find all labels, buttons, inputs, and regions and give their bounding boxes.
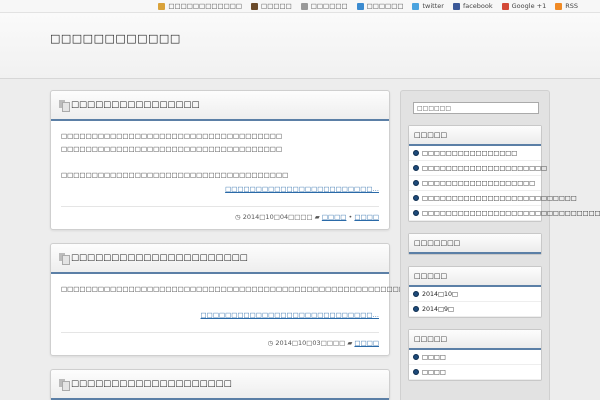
widget-item[interactable]: □□□□□□□□□□□□□□□□□□□□□ — [409, 161, 547, 176]
widget-item[interactable]: □□□□□□□□□□□□□□□□ — [409, 146, 541, 161]
document-icon — [59, 379, 70, 391]
rss-icon — [555, 2, 563, 10]
facebook-icon — [452, 2, 460, 10]
rss-link-label: RSS — [565, 2, 578, 10]
hatena-icon — [356, 2, 364, 10]
download-link[interactable]: □□□□□ — [251, 2, 292, 10]
post-meta: ◷ 2014□10□04□□□□ ▰ □□□□ • □□□□ — [61, 206, 379, 229]
widget-title: □□□□□□□ — [409, 234, 541, 254]
document-icon — [59, 253, 70, 265]
widget-item-label: □□□□ — [422, 368, 446, 376]
category-link[interactable]: □□□□ — [322, 213, 347, 221]
widget-item-label: □□□□□□□□□□□□□□□□ — [422, 149, 518, 157]
hatena-link[interactable]: □□□□□□ — [356, 2, 404, 10]
google-plus-link-label: Google +1 — [511, 2, 547, 10]
post-header: □□□□□□□□□□□□□□□□□□□□ — [51, 370, 389, 400]
widget-item-label: □□□□□□□□□□□□□□□□□□□□□ — [422, 164, 547, 172]
bullet-icon — [413, 210, 419, 216]
category-link[interactable]: □□□□ — [354, 339, 379, 347]
twitter-link-label: twitter — [422, 2, 444, 10]
post-title[interactable]: □□□□□□□□□□□□□□□□□□□□□□ — [71, 253, 248, 263]
mail-icon — [300, 2, 308, 10]
widget-title: □□□□□ — [409, 126, 541, 146]
bullet-icon — [413, 306, 419, 312]
edit-link[interactable]: □□□□□□□□□□□□ — [158, 2, 242, 10]
edit-link-label: □□□□□□□□□□□□ — [168, 2, 243, 10]
search-input[interactable]: □□□□□□ — [413, 102, 539, 114]
post-title[interactable]: □□□□□□□□□□□□□□□□ — [71, 100, 200, 110]
bullet-icon — [413, 150, 419, 156]
post-body: □□□□□□□□□□□□□□□□□□□□□□□□□□□□□□□□□□□□□□□□… — [51, 274, 424, 328]
facebook-link-label: facebook — [462, 2, 493, 10]
bullet-icon — [413, 180, 419, 186]
widget-archives: □□□□□ 2014□10□ 2014□9□ — [408, 266, 542, 318]
post-text: □□□□□□□□□□□□□□□□□□□□□□□□□□□□□□□□□□□□ — [61, 145, 283, 153]
top-links: □□□□□□□□□□□□ □□□□□ □□□□□□ □□□□□□ twitter… — [158, 2, 578, 10]
rss-link[interactable]: RSS — [555, 2, 578, 10]
google-plus-link[interactable]: Google +1 — [501, 2, 547, 10]
widget-item-label: 2014□9□ — [422, 305, 454, 313]
read-more-link[interactable]: □□□□□□□□□□□□□□□□□□□□□□□□… — [61, 183, 379, 196]
widget-item[interactable]: 2014□9□ — [409, 302, 541, 317]
read-more-link[interactable]: □□□□□□□□□□□□□□□□□□□□□□□□□□□□… — [61, 309, 379, 322]
post-title[interactable]: □□□□□□□□□□□□□□□□□□□□ — [71, 379, 232, 389]
bullet-icon — [413, 165, 419, 171]
site-title[interactable]: □□□□□□□□□□□□ — [50, 32, 181, 45]
widget-recent-posts: □□□□□ □□□□□□□□□□□□□□□□ □□□□□□□□□□□□□□□□□… — [408, 125, 600, 222]
download-icon — [251, 2, 259, 10]
widget-categories: □□□□□ □□□□ □□□□ — [408, 329, 542, 381]
post-card: □□□□□□□□□□□□□□□□□□□□ — [50, 369, 390, 400]
post-date: 2014□10□03□□□□ — [275, 339, 346, 347]
widget-item-label: 2014□10□ — [422, 290, 458, 298]
document-icon — [59, 100, 70, 112]
mail-link[interactable]: □□□□□□ — [300, 2, 348, 10]
top-bar: □□□□□□□□□□□□ □□□□□ □□□□□□ □□□□□□ twitter… — [0, 0, 600, 13]
category-separator: • — [348, 213, 353, 221]
post-header: □□□□□□□□□□□□□□□□□□□□□□ — [51, 244, 389, 274]
folder-icon: ▰ — [314, 213, 320, 221]
twitter-icon — [412, 2, 420, 10]
bullet-icon — [413, 354, 419, 360]
bullet-icon — [413, 195, 419, 201]
widget-item[interactable]: □□□□□□□□□□□□□□□□□□□ — [409, 176, 541, 191]
post-meta: ◷ 2014□10□03□□□□ ▰ □□□□ — [61, 332, 379, 355]
bullet-icon — [413, 291, 419, 297]
widget-item[interactable]: □□□□ — [409, 350, 541, 365]
widget-title: □□□□□ — [409, 267, 541, 287]
bullet-icon — [413, 369, 419, 375]
sidebar: □□□□□□ □□□□□ □□□□□□□□□□□□□□□□ □□□□□□□□□□… — [400, 90, 600, 400]
widget-item-label: □□□□□□□□□□□□□□□□□□□□□□□□□□□□□□□□□ — [422, 209, 600, 217]
download-link-label: □□□□□ — [261, 2, 292, 10]
site-header: □□□□□□□□□□□□ — [0, 13, 600, 79]
post-text: □□□□□□□□□□□□□□□□□□□□□□□□□□□□□□□□□□□□ — [61, 132, 283, 140]
post-date: 2014□10□04□□□□ — [242, 213, 313, 221]
post-card: □□□□□□□□□□□□□□□□ □□□□□□□□□□□□□□□□□□□□□□□… — [50, 90, 390, 230]
widget-comments: □□□□□□□ — [408, 233, 542, 255]
post-header: □□□□□□□□□□□□□□□□ — [51, 91, 389, 121]
edit-icon — [158, 2, 166, 10]
clock-icon: ◷ — [235, 213, 241, 221]
main-content: □□□□□□□□□□□□□□□□ □□□□□□□□□□□□□□□□□□□□□□□… — [50, 90, 424, 400]
clock-icon: ◷ — [267, 339, 274, 347]
widget-item[interactable]: □□□□ — [409, 365, 541, 380]
hatena-link-label: □□□□□□ — [366, 2, 404, 10]
folder-icon: ▰ — [347, 339, 353, 347]
widget-item-label: □□□□ — [422, 353, 446, 361]
widget-item[interactable]: □□□□□□□□□□□□□□□□□□□□□□□□□□ — [409, 191, 577, 206]
facebook-link[interactable]: facebook — [452, 2, 493, 10]
google-plus-icon — [501, 2, 509, 10]
widget-item-label: □□□□□□□□□□□□□□□□□□□ — [422, 179, 536, 187]
widget-item[interactable]: 2014□10□ — [409, 287, 541, 302]
post-card: □□□□□□□□□□□□□□□□□□□□□□ □□□□□□□□□□□□□□□□□… — [50, 243, 424, 356]
post-text: □□□□□□□□□□□□□□□□□□□□□□□□□□□□□□□□□□□□□ — [61, 171, 289, 179]
post-text: □□□□□□□□□□□□□□□□□□□□□□□□□□□□□□□□□□□□□□□□… — [61, 285, 424, 293]
widget-item-label: □□□□□□□□□□□□□□□□□□□□□□□□□□ — [422, 194, 577, 202]
mail-link-label: □□□□□□ — [310, 2, 348, 10]
category-link[interactable]: □□□□ — [354, 213, 379, 221]
twitter-link[interactable]: twitter — [412, 2, 444, 10]
widget-item[interactable]: □□□□□□□□□□□□□□□□□□□□□□□□□□□□□□□□□ — [409, 206, 600, 221]
post-body: □□□□□□□□□□□□□□□□□□□□□□□□□□□□□□□□□□□□ □□□… — [51, 121, 389, 202]
widget-title: □□□□□ — [409, 330, 541, 350]
